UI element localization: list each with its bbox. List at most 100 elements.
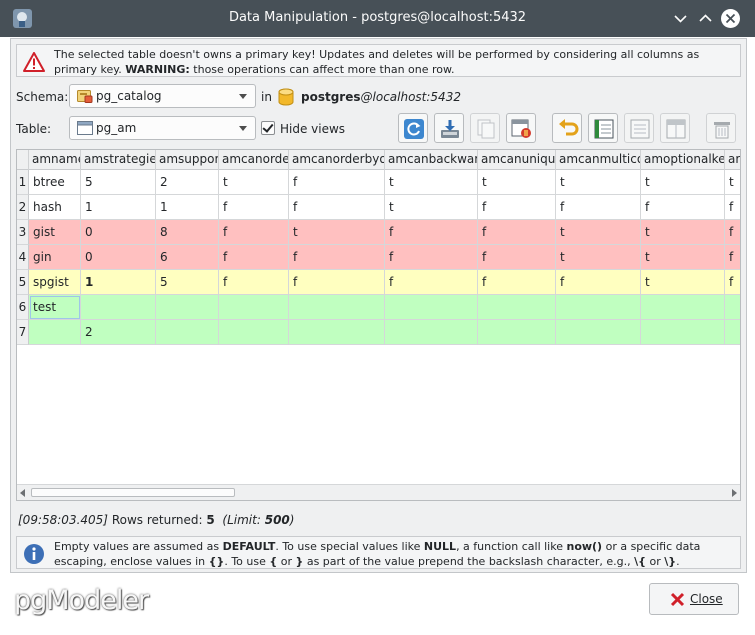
results-grid[interactable]: amname amstrategies amsupport amcanorder amc… (16, 149, 741, 501)
grid-cell[interactable]: t (556, 245, 641, 270)
grid-cell[interactable]: t (478, 170, 556, 195)
grid-cell[interactable]: f (478, 245, 556, 270)
table-row[interactable]: spgist 1 5 f f f f f t f (29, 270, 740, 295)
table-row[interactable]: 2 (29, 320, 740, 345)
grid-cell[interactable]: f (289, 245, 385, 270)
table-combo[interactable]: pg_am (69, 116, 256, 140)
close-button[interactable]: Close (649, 583, 739, 615)
row-number[interactable]: 1 (17, 170, 29, 195)
row-number[interactable]: 7 (17, 320, 29, 345)
refresh-button[interactable] (398, 113, 428, 143)
grid-cell[interactable]: t (219, 170, 289, 195)
grid-cell[interactable] (81, 295, 156, 320)
row-number[interactable]: 4 (17, 245, 29, 270)
grid-cell[interactable]: hash (29, 195, 81, 220)
grid-cell[interactable]: 5 (81, 170, 156, 195)
grid-cell[interactable]: f (385, 245, 478, 270)
grid-cell[interactable]: spgist (29, 270, 81, 295)
scroll-right-icon[interactable] (732, 489, 737, 497)
grid-cell[interactable]: f (219, 245, 289, 270)
undo-button[interactable] (552, 113, 582, 143)
grid-cell[interactable] (156, 295, 219, 320)
grid-cell[interactable] (385, 295, 478, 320)
grid-cell[interactable]: t (385, 195, 478, 220)
row-number[interactable]: 2 (17, 195, 29, 220)
grid-cell[interactable]: f (478, 195, 556, 220)
grid-cell[interactable] (725, 320, 740, 345)
row-number[interactable]: 6 (17, 295, 29, 320)
grid-cell[interactable]: 0 (81, 245, 156, 270)
grid-cell[interactable]: 1 (81, 195, 156, 220)
schema-combo[interactable]: pg_catalog (69, 84, 256, 108)
table-row[interactable]: btree 5 2 t f t t t t t (29, 170, 740, 195)
table-row[interactable]: hash 1 1 f f t f f f f (29, 195, 740, 220)
grid-cell[interactable] (641, 295, 725, 320)
filter-button[interactable] (660, 113, 690, 143)
column-header[interactable]: amname (29, 150, 81, 170)
grid-cell[interactable]: t (641, 270, 725, 295)
column-header[interactable]: amcanorderbyop (289, 150, 385, 170)
grid-cell[interactable]: 8 (156, 220, 219, 245)
table-row[interactable]: gist 0 8 f t f f t t f (29, 220, 740, 245)
grid-cell[interactable]: f (385, 220, 478, 245)
scroll-left-icon[interactable] (20, 489, 25, 497)
grid-cell[interactable]: 2 (81, 320, 156, 345)
column-header[interactable]: amstrategies (81, 150, 156, 170)
grid-cell[interactable]: f (478, 270, 556, 295)
save-button[interactable] (588, 113, 618, 143)
grid-cell[interactable] (385, 320, 478, 345)
grid-cell[interactable]: f (219, 270, 289, 295)
grid-cell[interactable] (29, 320, 81, 345)
grid-cell[interactable]: f (289, 270, 385, 295)
column-header[interactable]: amcanbackward (385, 150, 478, 170)
grid-cell[interactable]: t (556, 220, 641, 245)
minimize-icon[interactable] (671, 9, 690, 28)
copy-button[interactable] (470, 113, 500, 143)
grid-cell[interactable] (289, 320, 385, 345)
grid-cell[interactable]: f (725, 195, 740, 220)
grid-cell[interactable]: gin (29, 245, 81, 270)
columns-button[interactable] (624, 113, 654, 143)
grid-cell[interactable]: 1 (156, 195, 219, 220)
grid-cell[interactable]: f (556, 270, 641, 295)
grid-cell[interactable]: t (641, 170, 725, 195)
grid-cell[interactable]: f (556, 195, 641, 220)
grid-cell[interactable]: test (29, 295, 81, 320)
grid-cell[interactable]: f (219, 220, 289, 245)
row-number[interactable]: 5 (17, 270, 29, 295)
export-button[interactable] (434, 113, 464, 143)
grid-cell[interactable]: f (725, 220, 740, 245)
grid-cell[interactable]: t (289, 220, 385, 245)
grid-cell[interactable]: t (725, 170, 740, 195)
grid-cell[interactable]: f (219, 195, 289, 220)
column-header[interactable]: amsupport (156, 150, 219, 170)
row-number[interactable]: 3 (17, 220, 29, 245)
column-header[interactable]: amoptionalkey (641, 150, 725, 170)
grid-cell[interactable]: t (641, 245, 725, 270)
grid-corner[interactable] (17, 150, 29, 170)
grid-cell[interactable]: f (289, 195, 385, 220)
scrollbar-thumb[interactable] (31, 488, 235, 497)
table-row[interactable]: gin 0 6 f f f f t t f (29, 245, 740, 270)
grid-cell[interactable] (641, 320, 725, 345)
grid-cell[interactable] (478, 295, 556, 320)
grid-cell[interactable]: t (641, 220, 725, 245)
column-header[interactable]: amcanunique (478, 150, 556, 170)
grid-cell[interactable]: f (641, 195, 725, 220)
grid-cell[interactable] (219, 320, 289, 345)
column-header[interactable]: amcanmulticol (556, 150, 641, 170)
grid-cell[interactable] (556, 320, 641, 345)
column-header[interactable]: amcanorder (219, 150, 289, 170)
grid-cell[interactable] (725, 295, 740, 320)
grid-cell[interactable]: 1 (81, 270, 156, 295)
grid-cell[interactable]: f (725, 245, 740, 270)
grid-cell[interactable]: 0 (81, 220, 156, 245)
delete-button[interactable] (706, 113, 736, 143)
maximize-icon[interactable] (696, 9, 715, 28)
grid-cell[interactable]: 2 (156, 170, 219, 195)
column-header[interactable]: ar (725, 150, 740, 170)
grid-cell[interactable]: gist (29, 220, 81, 245)
browse-table-button[interactable] (506, 113, 536, 143)
grid-cell[interactable] (289, 295, 385, 320)
grid-cell[interactable]: t (556, 170, 641, 195)
